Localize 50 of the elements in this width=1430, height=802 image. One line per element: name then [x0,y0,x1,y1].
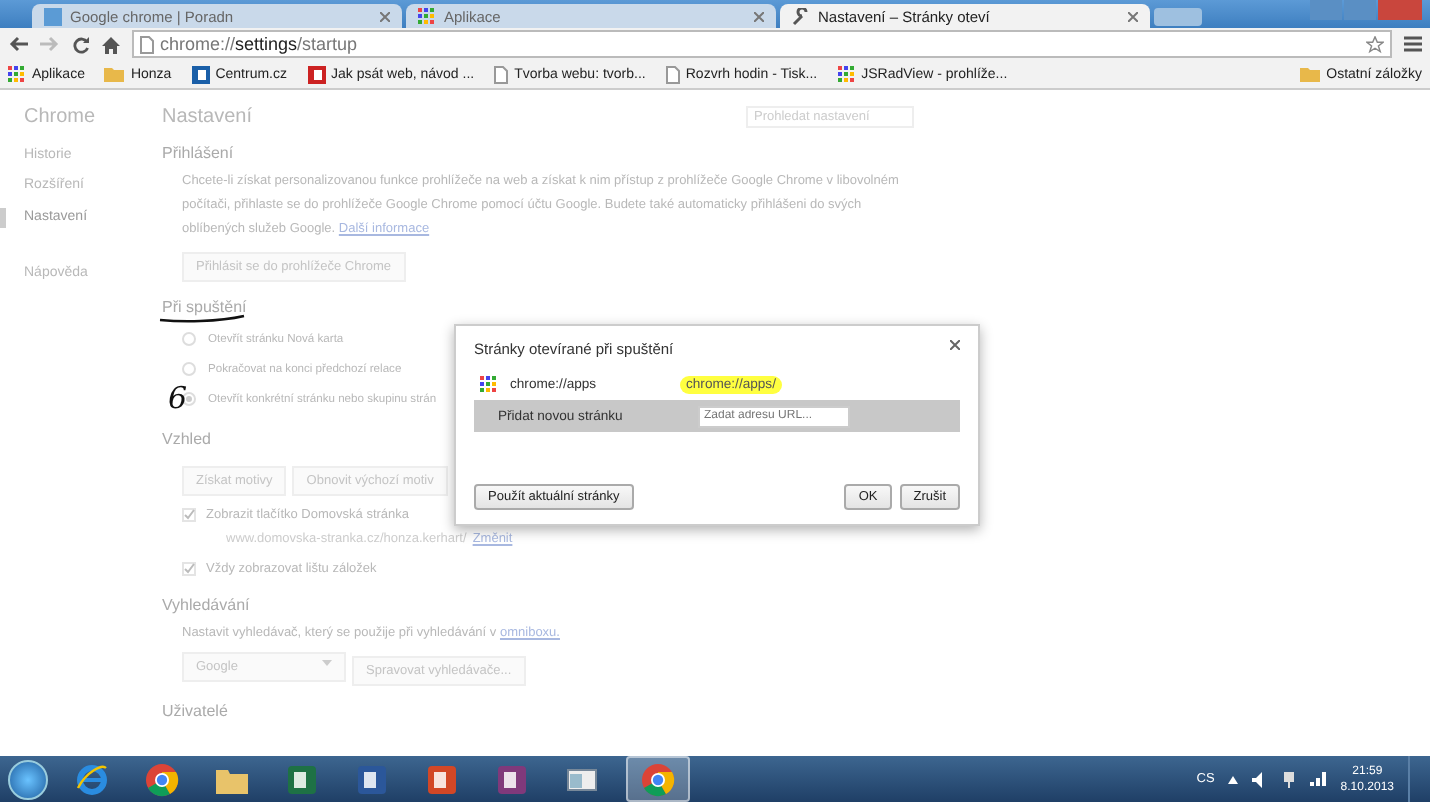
page-icon [44,7,62,25]
underline-scribble [158,314,246,324]
page-icon [494,65,509,83]
caret-icon[interactable] [1228,775,1239,783]
radio-button[interactable] [182,332,196,346]
apps-icon [8,65,26,83]
folder-icon [1300,66,1321,82]
reload-icon[interactable] [72,35,90,53]
section-heading: Přihlášení [162,144,236,162]
apps-icon [480,375,498,393]
url-text: chrome://settings/startup [160,34,358,54]
page-title: Nastavení [162,106,253,128]
apps-icon [837,65,856,83]
checkbox[interactable] [182,561,196,575]
notebook-icon[interactable] [494,761,530,797]
page-icon [140,35,154,53]
close-icon[interactable] [950,340,960,350]
radio-button[interactable] [182,362,196,376]
handwritten-number: 6 [168,380,188,416]
section-heading: Při spuštění [162,298,247,316]
home-icon[interactable] [102,35,120,53]
close-icon[interactable] [754,11,764,21]
caret-icon [322,659,332,665]
presentation-icon[interactable] [424,761,460,797]
section-heading: Vzhled [162,430,213,448]
menu-icon[interactable] [1404,36,1422,52]
back-icon[interactable] [8,36,28,52]
chrome-icon[interactable] [640,761,676,797]
page-icon [665,65,680,83]
star-icon[interactable] [1366,35,1384,53]
site-icon [307,65,325,83]
browser-e-icon[interactable] [74,761,110,797]
site-icon [191,65,210,83]
section-heading: Uživatelé [162,702,230,720]
section-heading: Vyhledávání [162,596,252,614]
address-bar[interactable]: chrome://settings/startup [132,30,1392,58]
network-icon[interactable] [1282,771,1297,787]
folder-icon [104,66,125,82]
wrench-icon [792,7,810,25]
close-icon[interactable] [380,11,390,21]
checkbox[interactable] [182,507,196,521]
chrome-icon[interactable] [144,761,180,797]
spreadsheet-icon[interactable] [284,761,320,797]
signal-icon[interactable] [1310,772,1327,786]
start-button[interactable] [8,759,48,799]
radio-button[interactable] [182,392,196,406]
close-icon[interactable] [1128,11,1138,21]
apps-icon [418,7,436,25]
sidebar-title: Chrome [24,106,98,128]
document-icon[interactable] [354,761,390,797]
